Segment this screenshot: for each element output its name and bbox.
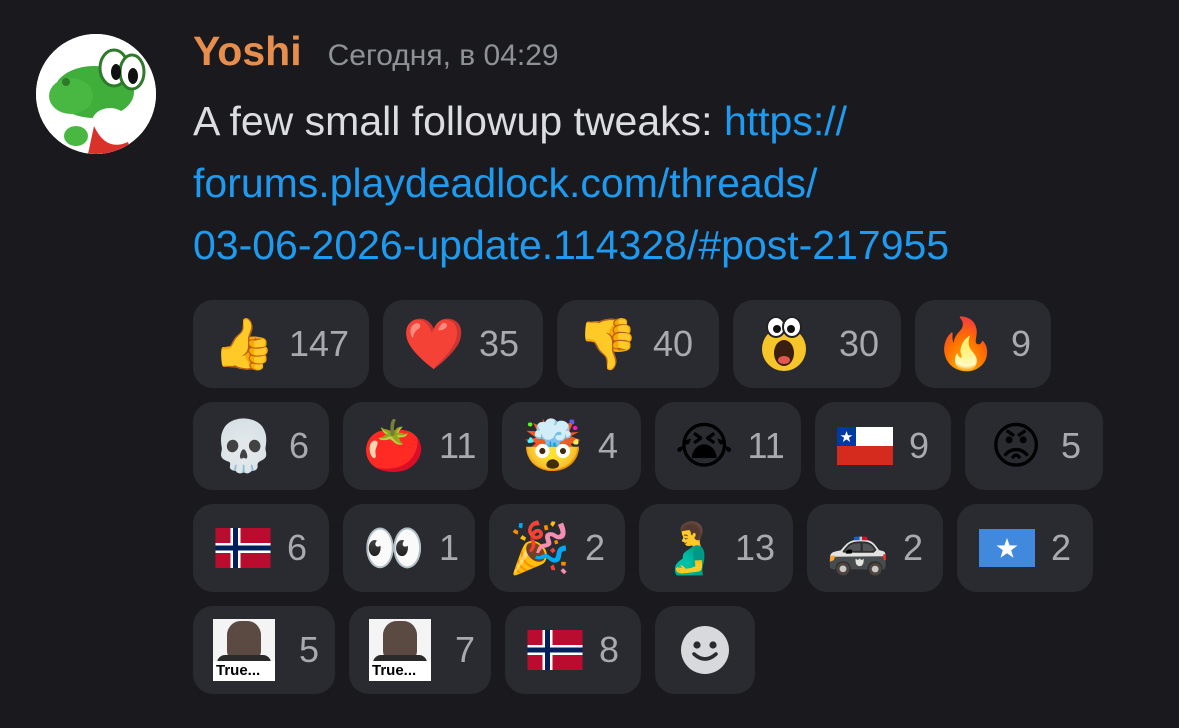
reaction-count: 5: [299, 629, 320, 670]
meme-caption: True...: [213, 661, 275, 681]
author-name[interactable]: Yoshi: [193, 28, 302, 75]
thumbs-down-icon: 👎: [576, 315, 640, 373]
reaction-count: 8: [599, 629, 620, 670]
meme-caption: True...: [369, 661, 431, 681]
reaction-angry-face[interactable]: 😡 5: [965, 402, 1103, 490]
reaction-count: 4: [598, 425, 619, 466]
message-link-part-1[interactable]: https://: [724, 98, 847, 144]
loudly-crying-face-icon: 😭: [675, 417, 734, 475]
reaction-party-popper[interactable]: 🎉 2: [489, 504, 625, 592]
skull-icon: 💀: [212, 417, 276, 475]
reaction-true-meme[interactable]: True... 7: [349, 606, 491, 694]
reaction-count: 6: [287, 527, 308, 568]
author-avatar[interactable]: [36, 34, 156, 154]
reaction-norway-flag[interactable]: 6: [193, 504, 329, 592]
angry-face-icon: 😡: [989, 417, 1043, 475]
reaction-count: 11: [747, 425, 785, 466]
reaction-count: 2: [1051, 527, 1072, 568]
chat-message: Yoshi Сегодня, в 04:29 A few small follo…: [0, 0, 1179, 728]
reaction-somalia-flag[interactable]: 2: [957, 504, 1093, 592]
norway-flag-icon: [213, 517, 273, 579]
police-car-icon: 🚓: [826, 519, 890, 577]
reaction-count: 9: [1011, 323, 1032, 364]
reaction-count: 2: [903, 527, 924, 568]
reaction-count: 5: [1061, 425, 1082, 466]
message-link-part-3[interactable]: 03-06-2026-update.114328/#post-217955: [193, 214, 1163, 276]
fire-icon: 🔥: [934, 315, 998, 373]
reaction-exploding-head[interactable]: 🤯 4: [502, 402, 641, 490]
reaction-pregnant-man[interactable]: 🫃 13: [639, 504, 793, 592]
eyes-icon: 👀: [362, 519, 426, 577]
add-reaction-smiley-icon: [675, 619, 735, 681]
reaction-count: 11: [439, 425, 477, 466]
reaction-police-car[interactable]: 🚓 2: [807, 504, 943, 592]
message-timestamp: Сегодня, в 04:29: [327, 39, 559, 72]
reaction-count: 40: [653, 323, 694, 364]
reaction-eyes[interactable]: 👀 1: [343, 504, 475, 592]
reaction-chile-flag[interactable]: 9: [815, 402, 951, 490]
true-meme-custom-icon: True...: [369, 619, 431, 681]
message-body: A few small followup tweaks: https:// fo…: [193, 90, 1163, 276]
reaction-norway-flag[interactable]: 8: [505, 606, 641, 694]
add-reaction-button[interactable]: [655, 606, 755, 694]
reaction-count: 6: [289, 425, 310, 466]
reaction-skull[interactable]: 💀 6: [193, 402, 329, 490]
reaction-count: 13: [735, 527, 776, 568]
tomato-icon: 🍅: [362, 417, 426, 475]
somalia-flag-icon: [977, 517, 1037, 579]
norway-flag-icon: [525, 619, 585, 681]
true-meme-custom-icon: True...: [213, 619, 275, 681]
yoshi-avatar-icon: [36, 34, 156, 154]
reaction-count: 2: [585, 527, 606, 568]
reaction-thumbs-up[interactable]: 👍 147: [193, 300, 369, 388]
party-popper-icon: 🎉: [508, 519, 572, 577]
reaction-red-heart[interactable]: ❤️ 35: [383, 300, 543, 388]
reaction-count: 35: [479, 323, 520, 364]
pregnant-man-icon: 🫃: [658, 519, 722, 577]
thumbs-up-icon: 👍: [212, 315, 276, 373]
reactions-bar: 👍 147 ❤️ 35 👎 40 30 🔥 9 💀 6 🍅 11 🤯 4 😭 1…: [193, 300, 1153, 708]
chile-flag-icon: [835, 415, 895, 477]
message-link-part-2[interactable]: forums.playdeadlock.com/threads/: [193, 152, 1163, 214]
reaction-true-meme[interactable]: True... 5: [193, 606, 335, 694]
screaming-yellow-custom-icon: [753, 313, 815, 375]
reaction-count: 1: [439, 527, 460, 568]
reaction-count: 30: [839, 323, 880, 364]
reaction-fire[interactable]: 🔥 9: [915, 300, 1051, 388]
reaction-screaming-custom[interactable]: 30: [733, 300, 901, 388]
exploding-head-icon: 🤯: [521, 417, 585, 475]
reaction-loudly-crying[interactable]: 😭 11: [655, 402, 801, 490]
red-heart-icon: ❤️: [402, 315, 466, 373]
reaction-count: 7: [455, 629, 476, 670]
reaction-count: 147: [289, 323, 350, 364]
reaction-thumbs-down[interactable]: 👎 40: [557, 300, 719, 388]
message-text: A few small followup tweaks:: [193, 98, 724, 144]
reaction-count: 9: [909, 425, 930, 466]
reaction-tomato[interactable]: 🍅 11: [343, 402, 488, 490]
